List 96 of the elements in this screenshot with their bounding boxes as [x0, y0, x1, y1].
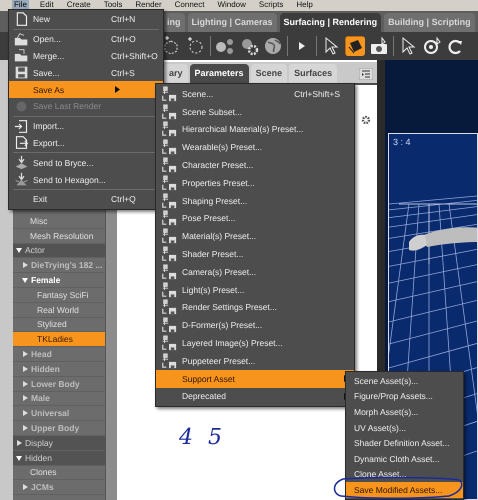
menu-bar-item[interactable]: Connect	[172, 0, 206, 11]
preset-save-icon	[161, 352, 177, 369]
menu-item[interactable]: Merge... Ctrl+Shift+O	[9, 48, 163, 64]
send-icon	[14, 155, 28, 170]
menu-item[interactable]: Puppeteer Preset...	[156, 352, 354, 370]
menu-item[interactable]: Pose Preset...	[156, 210, 354, 228]
spheres-icon[interactable]	[215, 36, 235, 56]
menu-item[interactable]: Shaping Preset...	[156, 192, 354, 210]
preset-save-icon	[161, 317, 177, 334]
collapsed-arrow-icon[interactable]	[16, 440, 22, 446]
menu-item[interactable]: Save Modified Assets...	[346, 482, 463, 498]
menu-item[interactable]: Shader Definition Asset...	[346, 435, 463, 451]
menu-bar-item[interactable]: Render	[133, 0, 164, 11]
menu-item[interactable]: Light(s) Preset...	[156, 280, 354, 299]
panel-menu-icon[interactable]	[359, 68, 373, 80]
menu-item[interactable]: Render Settings Preset...	[156, 298, 354, 316]
tree-item[interactable]: Mesh Resolution	[30, 230, 94, 241]
tree-item[interactable]: Fantasy SciFi	[37, 290, 88, 300]
collapsed-arrow-icon[interactable]	[22, 395, 28, 402]
menu-bar-item[interactable]: Edit	[38, 0, 56, 11]
panel-tab[interactable]: Surfaces	[289, 64, 338, 83]
collapsed-arrow-icon[interactable]	[22, 410, 28, 416]
surface-tool-icon[interactable]	[345, 36, 365, 56]
tree-item[interactable]: Hidden	[25, 452, 52, 463]
preset-save-icon	[161, 86, 177, 102]
menu-bar-item[interactable]: Help	[294, 0, 315, 11]
preset-save-icon	[161, 246, 177, 262]
tree-item[interactable]: Real World	[37, 304, 79, 315]
preset-save-icon	[161, 139, 177, 156]
menu-item[interactable]: Morph Asset(s)...	[346, 404, 463, 420]
preset-save-icon	[161, 174, 177, 191]
preset-save-icon	[161, 335, 177, 352]
collapsed-arrow-icon[interactable]	[22, 366, 28, 372]
tree-item[interactable]: Actor	[25, 245, 45, 256]
expanded-arrow-icon[interactable]	[16, 247, 22, 254]
folder-icon	[14, 48, 28, 64]
menu-item[interactable]: D-Former(s) Preset...	[156, 316, 354, 334]
tree-item[interactable]: Clones	[30, 467, 56, 478]
menu-item[interactable]: Figure/Prop Assets...	[346, 388, 463, 404]
tree-item[interactable]: Stylized	[37, 319, 67, 330]
preset-save-icon	[161, 299, 177, 316]
preset-save-icon	[161, 157, 177, 174]
menu-bar-item[interactable]: Tools	[102, 0, 124, 11]
preset-save-icon	[161, 210, 177, 226]
menu-item[interactable]: Shader Preset...	[156, 245, 354, 263]
tree-item[interactable]: Misc	[30, 216, 48, 226]
save-icon	[14, 65, 28, 80]
menu-bar-item[interactable]: Scripts	[256, 0, 286, 11]
menu-item[interactable]: Scene Subset...	[156, 102, 354, 121]
camera-icon[interactable]	[369, 36, 389, 56]
import-icon	[14, 118, 28, 134]
viewport-label: 3 : 4	[393, 137, 411, 147]
menu-item[interactable]: UV Asset(s)...	[346, 420, 463, 436]
menu-item[interactable]: Dynamic Cloth Asset...	[346, 450, 463, 467]
menu-item[interactable]: Character Preset...	[156, 156, 354, 174]
menu-item[interactable]: Camera(s) Preset...	[156, 262, 354, 281]
collapsed-arrow-icon[interactable]	[22, 262, 28, 268]
room-tab[interactable]: Lighting | Cameras	[188, 13, 277, 32]
orbit-icon[interactable]	[422, 36, 442, 56]
handwritten-note: 4 5	[179, 425, 226, 450]
collapsed-arrow-icon[interactable]	[22, 425, 28, 432]
menu-item[interactable]: Hierarchical Material(s) Preset...	[156, 120, 354, 138]
menu-item[interactable]: Save... Ctrl+S	[9, 64, 163, 82]
panel-tab[interactable]: ary	[164, 64, 188, 83]
preset-save-icon	[161, 228, 177, 244]
menu-item[interactable]: Save As	[9, 81, 163, 98]
menu-item[interactable]: Properties Preset...	[156, 174, 354, 192]
menu-item[interactable]: Open... Ctrl+O	[9, 30, 163, 48]
preset-save-icon	[161, 282, 177, 298]
collapsed-arrow-icon[interactable]	[22, 484, 28, 490]
preset-save-icon	[161, 104, 177, 120]
menu-item[interactable]: Material(s) Preset...	[156, 227, 354, 246]
send-icon	[14, 172, 28, 188]
globe-icon[interactable]	[263, 36, 283, 56]
preset-save-icon	[161, 264, 177, 280]
preset-save-icon	[161, 192, 177, 209]
menu-item[interactable]: Layered Image(s) Preset...	[156, 334, 354, 352]
room-tab[interactable]: Surfacing | Rendering	[280, 13, 382, 32]
room-tab[interactable]: ing	[163, 13, 184, 32]
menu-item[interactable]: Clone Asset...	[346, 466, 463, 482]
collapsed-arrow-icon[interactable]	[22, 351, 28, 358]
panel-tab[interactable]: Scene	[250, 64, 288, 83]
export-icon	[14, 135, 28, 150]
room-tab[interactable]: Building | Scripting	[384, 13, 475, 32]
expanded-arrow-icon[interactable]	[22, 277, 28, 284]
menu-item[interactable]: Support Asset	[156, 370, 354, 388]
open-folder-icon	[14, 32, 28, 47]
expanded-arrow-icon[interactable]	[16, 454, 22, 461]
tree-item[interactable]: Female	[31, 275, 60, 286]
preset-save-icon	[161, 121, 177, 138]
collapsed-arrow-icon[interactable]	[22, 380, 28, 387]
menu-bar-item[interactable]: Create	[64, 0, 93, 11]
menu-bar-item[interactable]: Window	[215, 0, 248, 11]
panel-tab[interactable]: Parameters	[190, 64, 249, 83]
menu-item[interactable]: Wearable(s) Preset...	[156, 138, 354, 156]
menu-item[interactable]: New Ctrl+N	[9, 11, 163, 28]
